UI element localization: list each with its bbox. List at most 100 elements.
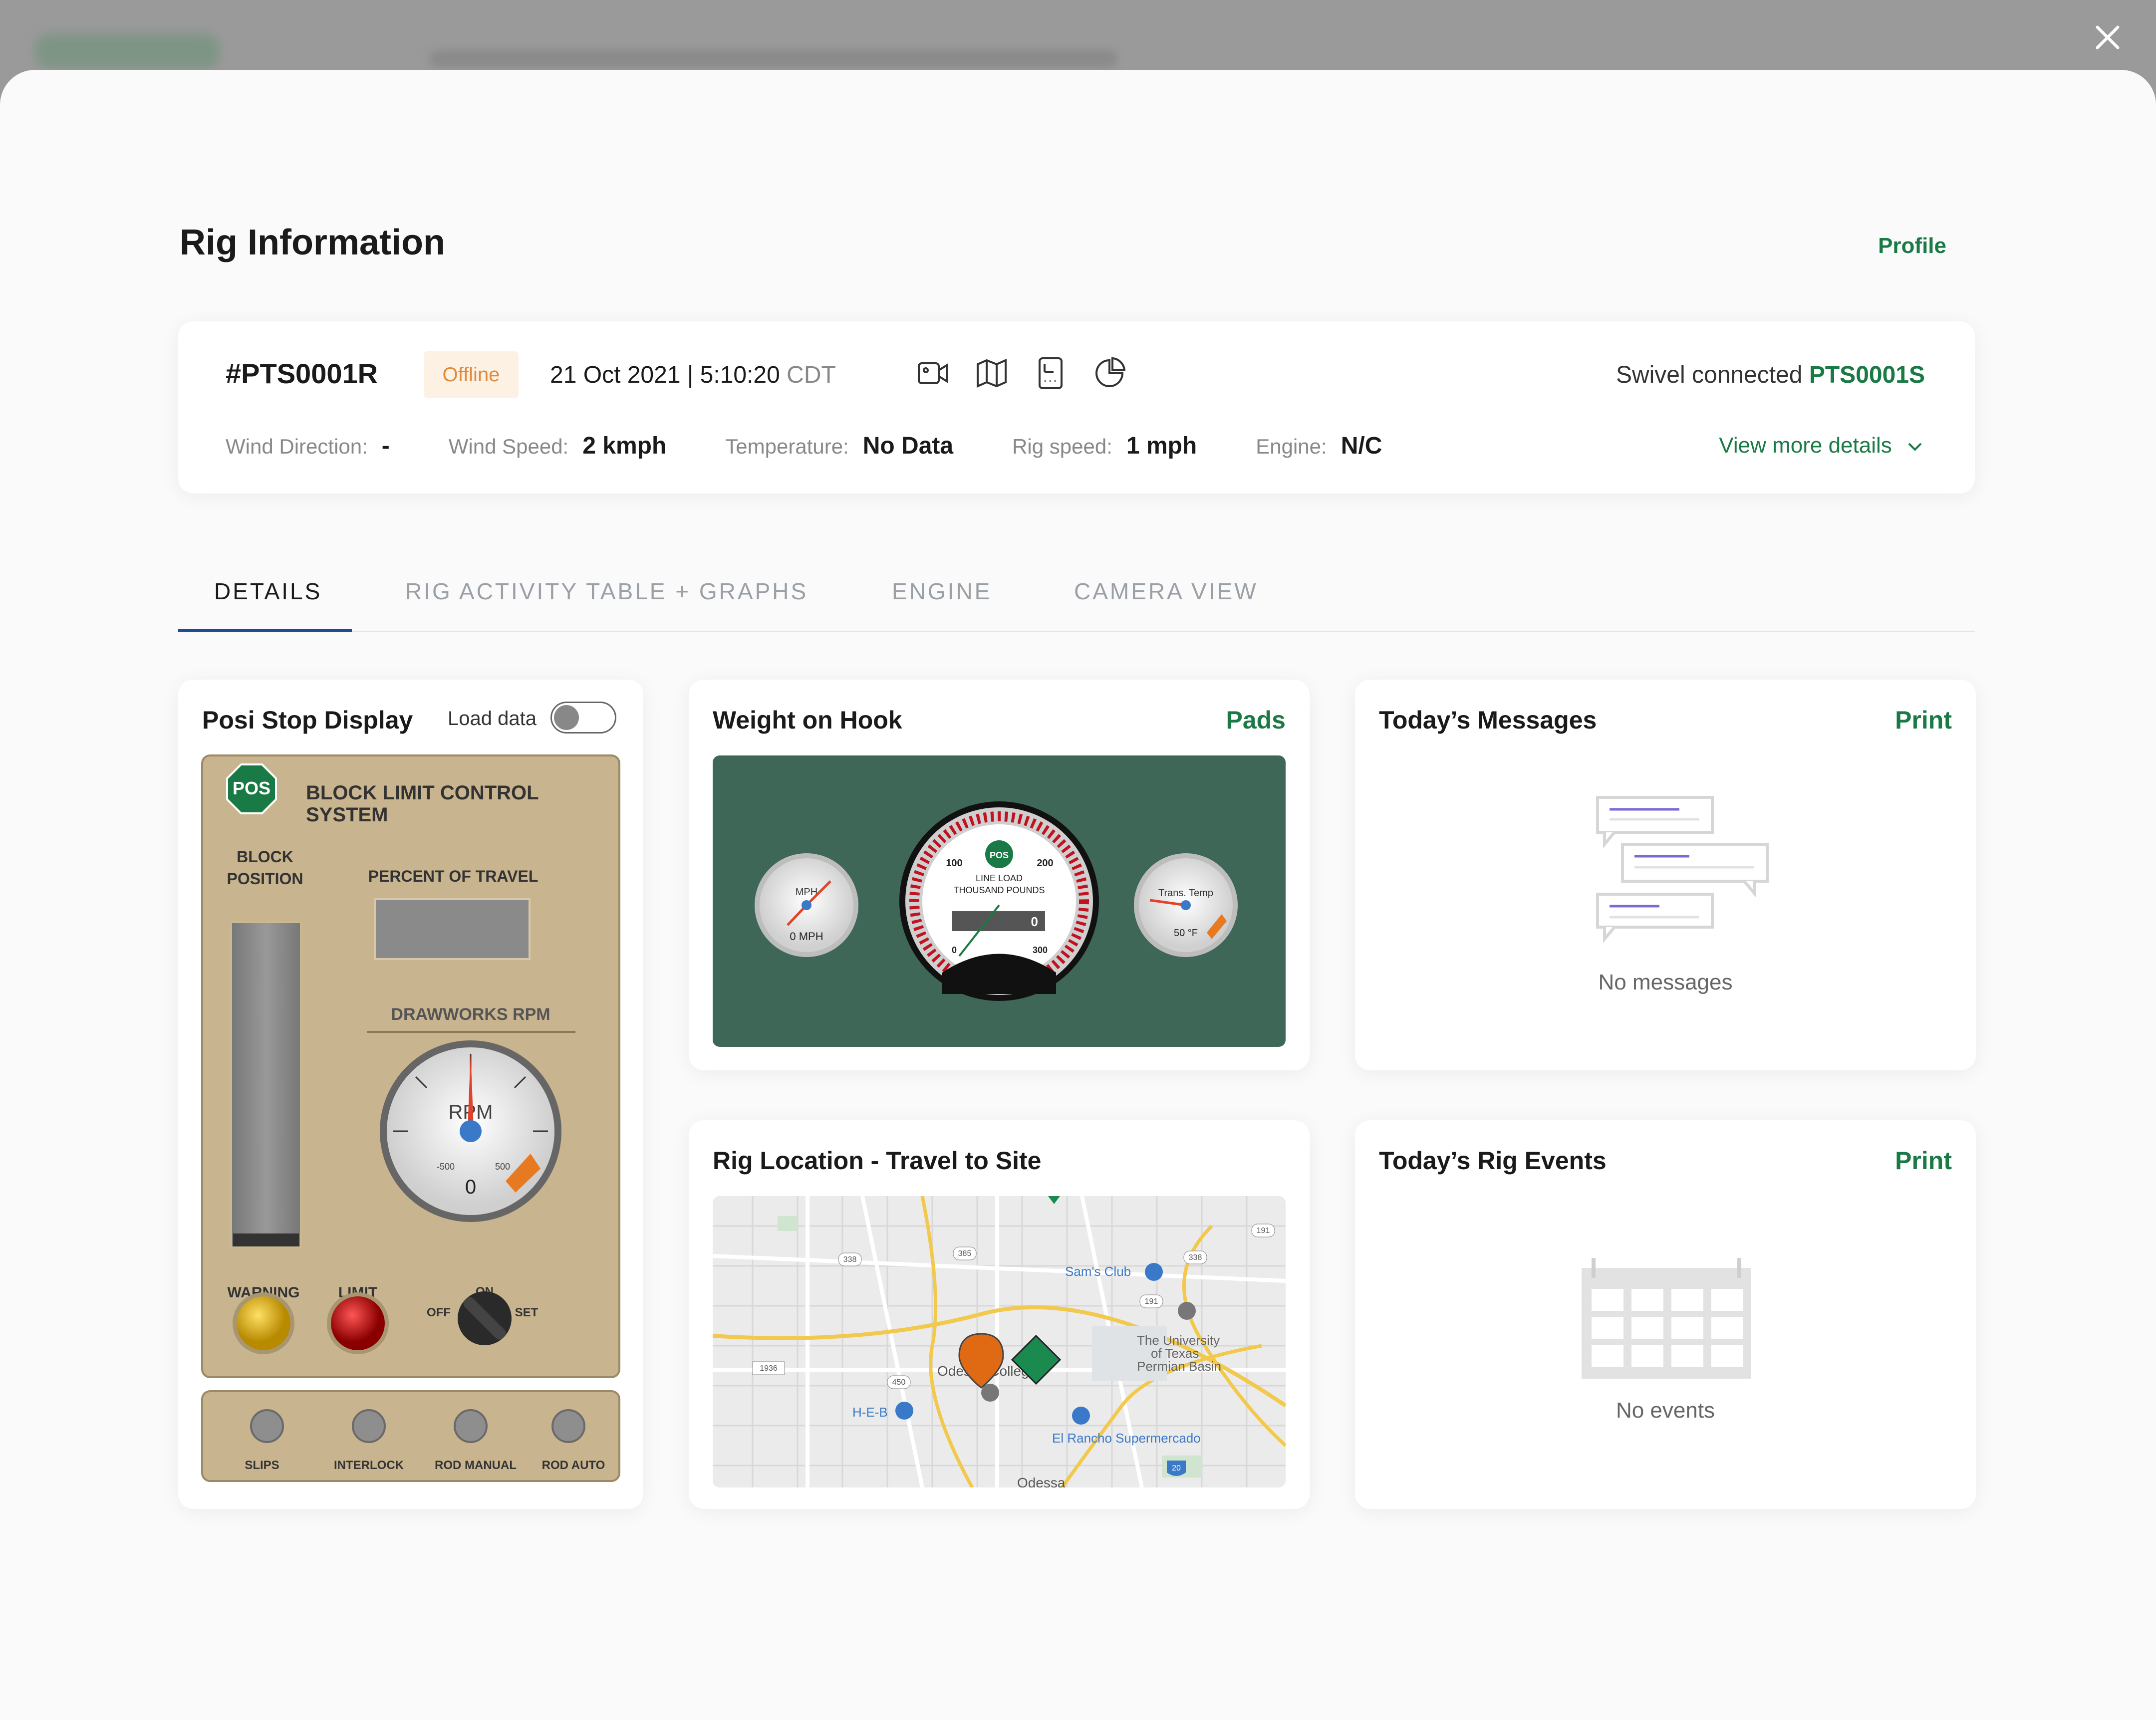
- active-tab-indicator: [178, 629, 352, 632]
- map-place-el-rancho: El Rancho Supermercado: [1052, 1431, 1201, 1446]
- indicator-interlock: INTERLOCK: [334, 1459, 404, 1472]
- messages-empty-icon: [1596, 796, 1769, 944]
- backdrop-nav: [429, 50, 1118, 68]
- stat-wind-direction: Wind Direction: -: [226, 432, 390, 460]
- events-print-link[interactable]: Print: [1895, 1146, 1952, 1175]
- events-empty-text: No events: [1616, 1398, 1715, 1423]
- rig-information-modal: Rig Information Profile #PTS0001R Offlin…: [0, 70, 2156, 1720]
- load-gauge-label-2: THOUSAND POUNDS: [953, 885, 1045, 895]
- view-more-label: View more details: [1719, 433, 1892, 458]
- tab-rig-activity[interactable]: RIG ACTIVITY TABLE + GRAPHS: [405, 578, 808, 605]
- road-marker: 338: [1189, 1253, 1202, 1262]
- load-data-label: Load data: [448, 708, 537, 730]
- tab-camera-view[interactable]: CAMERA VIEW: [1074, 578, 1258, 605]
- stat-temperature: Temperature: No Data: [725, 432, 953, 460]
- rig-events-title: Today’s Rig Events: [1379, 1147, 1607, 1175]
- close-icon[interactable]: [2090, 20, 2125, 55]
- mode-selector-switch[interactable]: [458, 1291, 512, 1345]
- road-marker: 385: [958, 1249, 972, 1258]
- rig-header-icons: [916, 356, 1126, 390]
- pads-link[interactable]: Pads: [1226, 706, 1286, 735]
- rig-id: #PTS0001R: [226, 358, 378, 389]
- load-gauge-tick-300: 300: [1033, 945, 1048, 955]
- rpm-value: 0: [465, 1176, 476, 1198]
- indicator-rod-auto: ROD AUTO: [542, 1459, 605, 1472]
- tab-details[interactable]: DETAILS: [214, 578, 322, 605]
- line-load-gauge: POS 100 200 LINE LOAD THOUSAND POUNDS 0 …: [899, 801, 1099, 1001]
- map-place-heb: H-E-B: [852, 1405, 888, 1420]
- stat-value: 1 mph: [1126, 433, 1197, 459]
- road-marker: 20: [1172, 1464, 1181, 1473]
- speed-gauge-value: 0 MPH: [790, 930, 823, 943]
- system-title-line1: BLOCK LIMIT CONTROL: [306, 782, 539, 804]
- todays-rig-events-card: Today’s Rig Events Print No events: [1355, 1120, 1976, 1509]
- indicator-rod-manual: ROD MANUAL: [435, 1459, 517, 1472]
- stat-value: N/C: [1341, 433, 1382, 459]
- trans-temp-value: 50 °F: [1174, 928, 1198, 939]
- indicator-slips: SLIPS: [245, 1459, 279, 1472]
- stat-engine: Engine: N/C: [1256, 432, 1382, 460]
- rig-location-title: Rig Location - Travel to Site: [713, 1147, 1042, 1175]
- rig-timezone: CDT: [787, 362, 836, 388]
- switch-set-label: SET: [515, 1306, 539, 1319]
- percent-travel-label: PERCENT OF TRAVEL: [368, 867, 539, 885]
- weight-on-hook-card: Weight on Hook Pads MPH 0 MPH POS 100 20…: [689, 680, 1310, 1070]
- map-place-university-3: Permian Basin: [1137, 1359, 1221, 1374]
- rpm-max: 500: [495, 1162, 510, 1172]
- stat-rig-speed: Rig speed: 1 mph: [1012, 432, 1197, 460]
- load-gauge-tick-100: 100: [946, 858, 962, 869]
- tab-engine[interactable]: ENGINE: [892, 578, 992, 605]
- percent-travel-display: [374, 898, 531, 960]
- load-gauge-readout: 0: [1031, 914, 1038, 929]
- road-marker: 1936: [760, 1364, 778, 1373]
- rig-datetime: 21 Oct 2021 | 5:10:20 CDT: [550, 361, 836, 389]
- pie-chart-icon[interactable]: [1092, 356, 1126, 390]
- stat-label: Wind Direction:: [226, 435, 368, 458]
- stat-label: Wind Speed:: [448, 435, 569, 458]
- system-title-line2: SYSTEM: [306, 804, 388, 826]
- device-icon[interactable]: [1034, 356, 1068, 390]
- swivel-id: PTS0001S: [1809, 362, 1925, 388]
- trans-temp-gauge: Trans. Temp 50 °F: [1134, 853, 1238, 957]
- rig-stats: Wind Direction: - Wind Speed: 2 kmph Tempe…: [226, 432, 1441, 460]
- warning-light: [237, 1296, 290, 1350]
- view-more-details-link[interactable]: View more details: [1719, 433, 1925, 458]
- trans-temp-label: Trans. Temp: [1158, 888, 1213, 899]
- block-position-label-2: POSITION: [227, 870, 303, 888]
- stat-label: Temperature:: [725, 435, 849, 458]
- block-limit-control-panel: POS BLOCK LIMIT CONTROL SYSTEM BLOCK POS…: [201, 754, 620, 1482]
- pos-logo: POS: [226, 763, 277, 814]
- rpm-gauge: RPM -500 500 0: [380, 1040, 561, 1222]
- rig-date-time-value: 21 Oct 2021 | 5:10:20: [550, 362, 780, 388]
- stat-label: Rig speed:: [1012, 435, 1112, 458]
- profile-link[interactable]: Profile: [1878, 234, 1946, 258]
- switch-off-label: OFF: [427, 1306, 451, 1319]
- gauge-cluster: MPH 0 MPH POS 100 200 LINE LOAD THOUSAND…: [713, 755, 1286, 1047]
- load-gauge-tick-0: 0: [952, 945, 957, 955]
- map-place-odessa: Odessa: [1017, 1475, 1066, 1487]
- modal-title: Rig Information: [180, 223, 445, 262]
- map-place-sams-club: Sam's Club: [1065, 1264, 1131, 1279]
- video-camera-icon[interactable]: [916, 356, 950, 390]
- posi-stop-title: Posi Stop Display: [202, 706, 413, 734]
- stat-value: -: [381, 433, 390, 459]
- speed-gauge: MPH 0 MPH: [755, 853, 858, 957]
- status-badge: Offline: [424, 351, 519, 398]
- road-marker: 191: [1145, 1297, 1158, 1306]
- map-icon[interactable]: [975, 356, 1009, 390]
- block-position-fill: [233, 1233, 299, 1246]
- road-marker: 450: [892, 1378, 906, 1387]
- road-marker: 191: [1257, 1227, 1270, 1235]
- stat-value: 2 kmph: [582, 433, 667, 459]
- pos-logo-text: POS: [233, 778, 270, 798]
- rig-location-map[interactable]: Sam's Club The University of Texas Permi…: [713, 1196, 1286, 1487]
- rig-location-card: Rig Location - Travel to Site Sam's Club…: [689, 1120, 1310, 1509]
- load-gauge-logo: POS: [990, 850, 1009, 860]
- load-gauge-tick-200: 200: [1037, 858, 1053, 869]
- swivel-status: Swivel connected PTS0001S: [1616, 361, 1925, 389]
- chevron-down-icon: [1908, 443, 1922, 452]
- load-data-toggle[interactable]: [550, 702, 616, 734]
- stat-wind-speed: Wind Speed: 2 kmph: [449, 432, 667, 460]
- messages-print-link[interactable]: Print: [1895, 706, 1952, 735]
- block-position-bar: [230, 921, 302, 1248]
